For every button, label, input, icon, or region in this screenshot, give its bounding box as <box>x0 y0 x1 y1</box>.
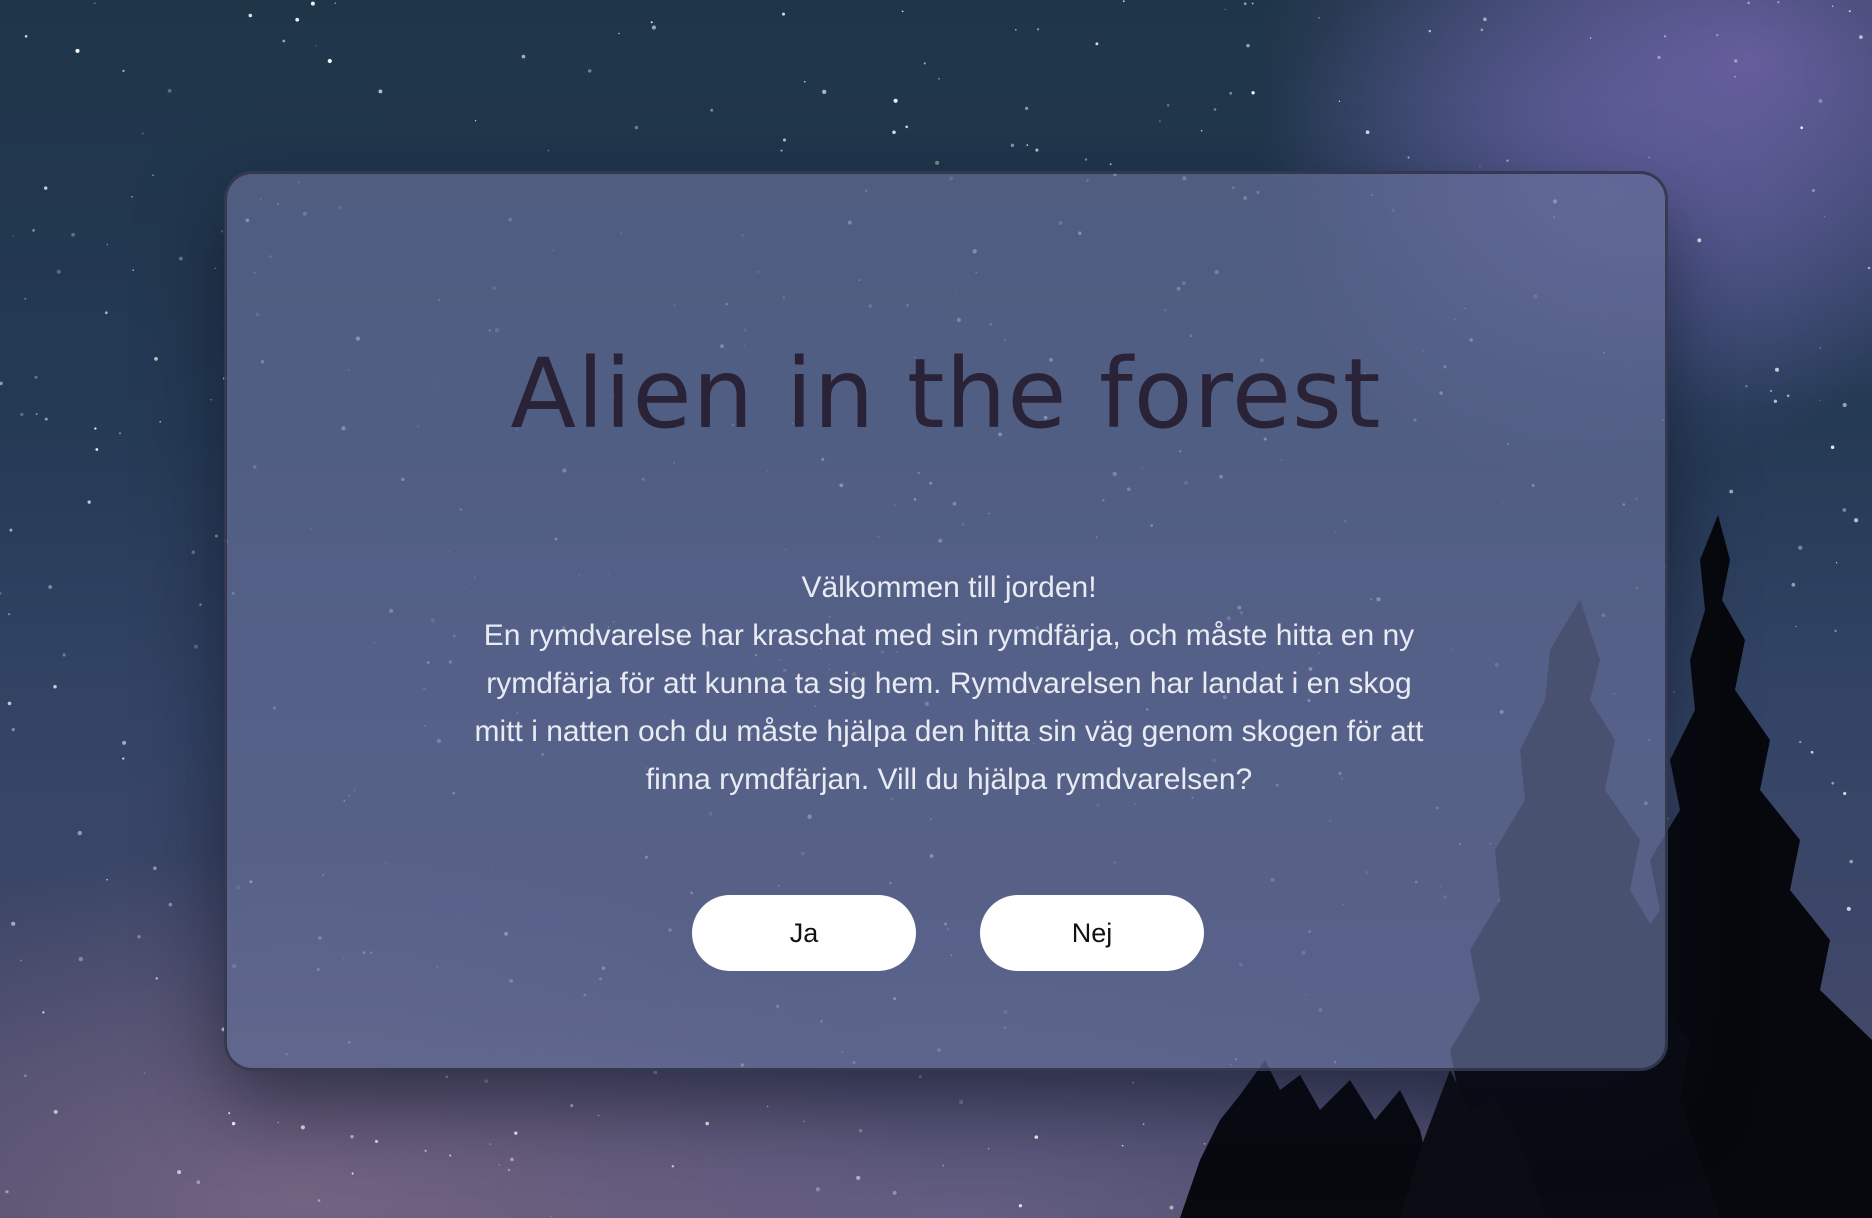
night-sky-background: Alien in the forest Välkommen till jorde… <box>0 0 1872 1218</box>
no-button[interactable]: Nej <box>980 895 1204 971</box>
dialog-body: Välkommen till jorden! En rymdvarelse ha… <box>467 564 1431 804</box>
yes-button[interactable]: Ja <box>692 895 916 971</box>
dialog-title: Alien in the forest <box>510 338 1382 450</box>
welcome-dialog: Alien in the forest Välkommen till jorde… <box>224 171 1668 1071</box>
greeting-text: Välkommen till jorden! <box>801 571 1097 604</box>
story-text: En rymdvarelse har kraschat med sin rymd… <box>474 619 1424 796</box>
